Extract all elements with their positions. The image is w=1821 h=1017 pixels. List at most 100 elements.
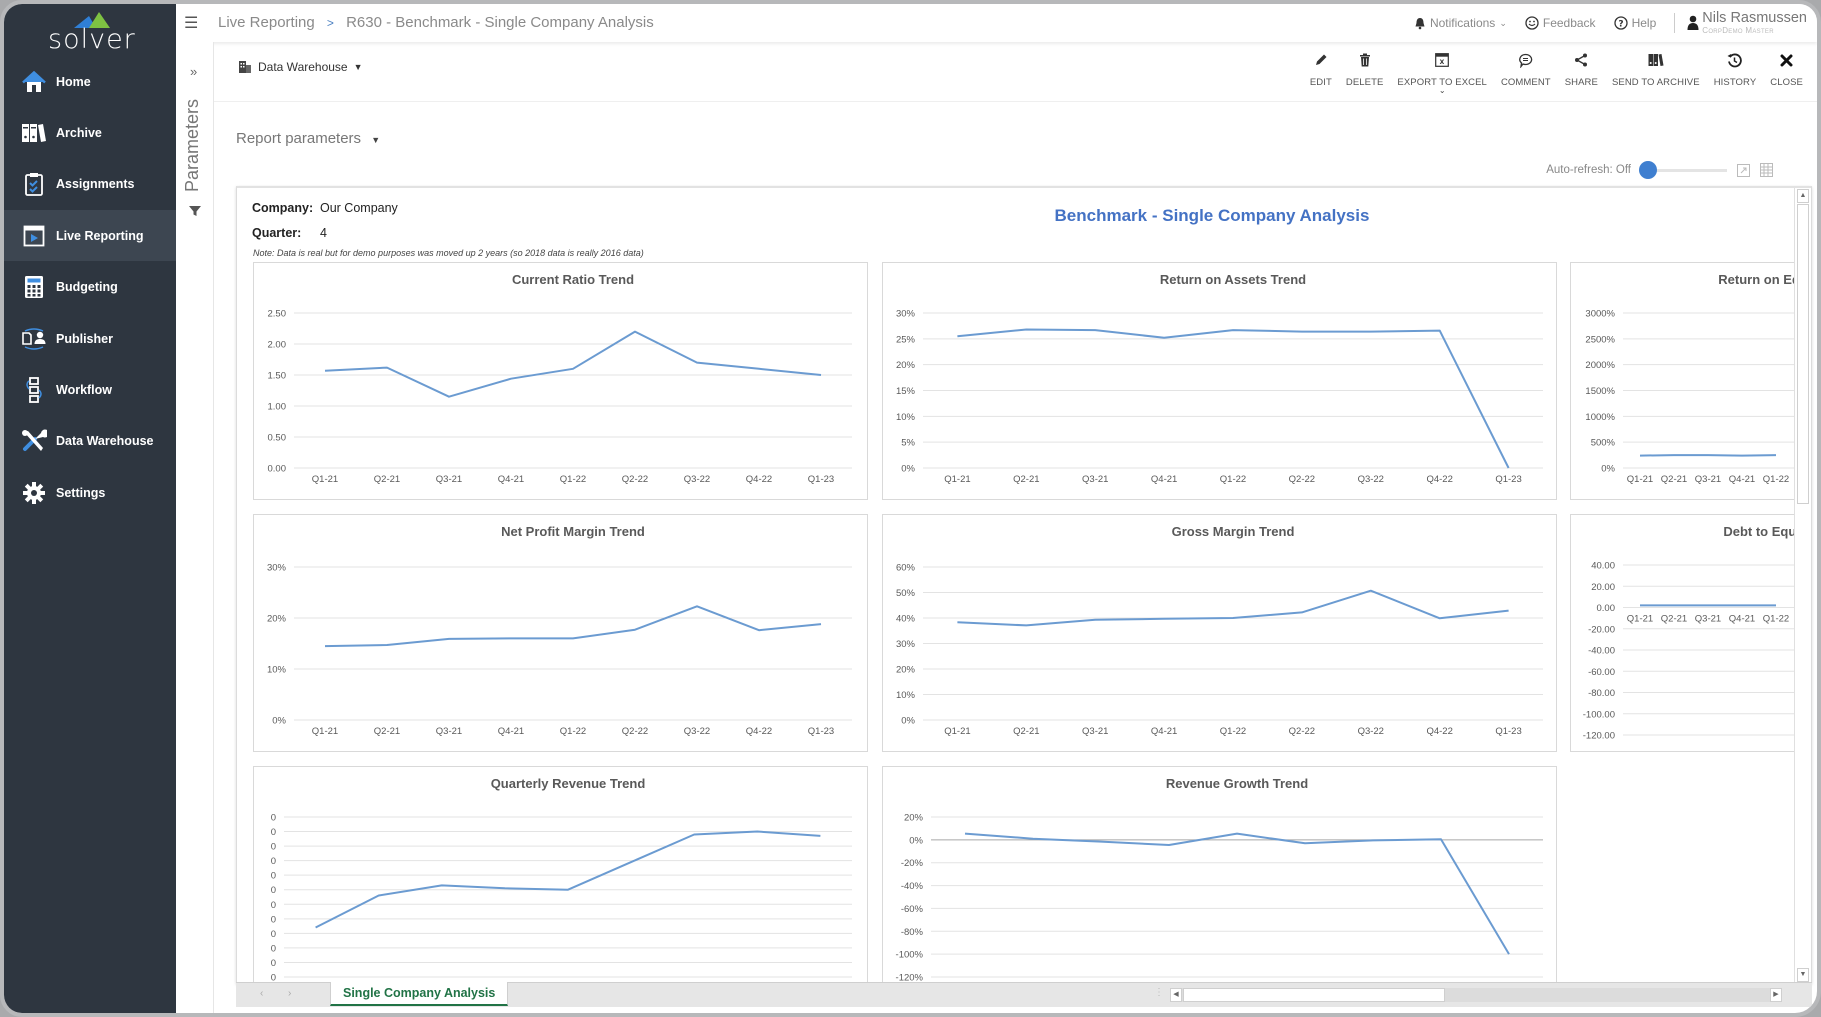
chart-title: Gross Margin Trend: [1172, 524, 1295, 539]
breadcrumb-live-reporting[interactable]: Live Reporting: [218, 14, 315, 31]
next-sheet-icon[interactable]: ›: [288, 988, 291, 999]
report-parameters-toggle[interactable]: Report parameters ▼: [236, 130, 380, 147]
x-tick-label: Q2-22: [1289, 474, 1315, 485]
user-role: CorpDemo Master: [1702, 26, 1774, 35]
y-tick-label: 1500%: [1585, 386, 1615, 397]
sidebar-item-label: Home: [56, 74, 91, 89]
gear-icon: [20, 480, 48, 506]
y-tick-label: 20%: [267, 614, 287, 625]
scroll-thumb[interactable]: [1183, 988, 1445, 1002]
report-parameters-label: Report parameters: [236, 130, 362, 147]
grid-view-icon[interactable]: [1760, 163, 1773, 177]
archive-icon: [1648, 50, 1664, 70]
toolbar-button-label: COMMENT: [1500, 77, 1551, 88]
svg-text:?: ?: [1618, 20, 1623, 30]
x-tick-label: Q4-21: [1151, 474, 1177, 485]
scroll-up-button[interactable]: ▲: [1797, 189, 1809, 203]
sidebar-item-label: Settings: [56, 485, 106, 500]
top-right-menu: Notifications ⌄ Feedback ? Help Nils Ras…: [1396, 4, 1807, 42]
scroll-thumb[interactable]: [1797, 204, 1809, 504]
notifications-button[interactable]: Notifications ⌄: [1414, 16, 1507, 30]
sheet-tab-single-company-analysis[interactable]: Single Company Analysis: [330, 982, 509, 1006]
expand-parameters-icon[interactable]: »: [190, 64, 197, 79]
user-menu[interactable]: Nils Rasmussen CorpDemo Master: [1687, 11, 1807, 35]
filter-icon[interactable]: [188, 204, 202, 218]
x-tick-label: Q2-21: [374, 726, 400, 737]
x-tick-label: Q4-21: [1729, 614, 1755, 625]
y-tick-label: 0.00: [1597, 603, 1616, 614]
y-tick-label: -20%: [901, 858, 924, 869]
y-tick-label: 0: [271, 900, 276, 911]
x-tick-label: Q2-21: [1013, 474, 1039, 485]
toggle-knob[interactable]: [1639, 161, 1657, 179]
scroll-left-button[interactable]: ◀: [1170, 988, 1182, 1002]
quarter-label: Quarter:: [252, 226, 302, 240]
help-button[interactable]: ? Help: [1613, 16, 1656, 30]
split-handle[interactable]: ⋮: [1154, 987, 1164, 998]
toolbar-button-label: EDIT: [1309, 77, 1332, 88]
excel-icon: X: [1435, 50, 1450, 70]
x-tick-label: Q2-22: [1289, 726, 1315, 737]
comment-button[interactable]: COMMENT: [1501, 50, 1551, 94]
sidebar-item-assignments[interactable]: Assignments: [4, 159, 176, 210]
fullscreen-icon[interactable]: [1737, 163, 1750, 177]
x-tick-label: Q2-21: [374, 474, 400, 485]
y-tick-label: -60.00: [1588, 667, 1615, 678]
y-tick-label: 0.50: [268, 433, 287, 444]
x-tick-label: Q3-22: [1358, 726, 1384, 737]
sidebar-item-data-warehouse[interactable]: Data Warehouse: [4, 416, 176, 467]
delete-button[interactable]: DELETE: [1346, 50, 1384, 94]
y-tick-label: -100%: [896, 950, 924, 961]
y-tick-label: 0%: [901, 464, 915, 475]
x-tick-label: Q4-22: [746, 474, 772, 485]
parameters-panel-label[interactable]: Parameters: [182, 99, 203, 192]
feedback-button[interactable]: Feedback: [1525, 16, 1596, 30]
x-tick-label: Q2-21: [1661, 614, 1687, 625]
user-icon: [1687, 15, 1699, 30]
sidebar-item-live-reporting[interactable]: Live Reporting: [4, 210, 176, 262]
tools-icon: [20, 428, 48, 454]
chart-title: Revenue Growth Trend: [1166, 776, 1308, 791]
y-tick-label: 0%: [909, 835, 923, 846]
report-note: Note: Data is real but for demo purposes…: [253, 248, 644, 258]
sidebar-item-workflow[interactable]: Workflow: [4, 364, 176, 415]
datasource-dropdown[interactable]: Data Warehouse ▼: [238, 60, 363, 74]
export-to-excel-button[interactable]: X EXPORT TO EXCEL ⌄: [1397, 50, 1487, 95]
y-tick-label: 25%: [896, 334, 916, 345]
sidebar-item-publisher[interactable]: Publisher: [4, 313, 176, 364]
y-tick-label: 30%: [267, 563, 287, 574]
chart-svg-quarterly-revenue: Quarterly Revenue Trend000000000000Q1-21…: [271, 776, 852, 983]
sidebar-item-budgeting[interactable]: Budgeting: [4, 262, 176, 313]
y-tick-label: 2.00: [268, 340, 287, 351]
sidebar-item-archive[interactable]: Archive: [4, 107, 176, 158]
chart-svg-revenue-growth: Revenue Growth Trend-120%-100%-80%-60%-4…: [896, 776, 1543, 983]
breadcrumb-separator: >: [326, 16, 334, 30]
prev-sheet-icon[interactable]: ‹: [260, 988, 263, 999]
share-icon: [1574, 50, 1588, 70]
edit-button[interactable]: EDIT: [1310, 50, 1332, 94]
auto-refresh-control: Auto-refresh: Off: [1546, 161, 1773, 179]
divider: [1674, 13, 1676, 33]
send-to-archive-button[interactable]: SEND TO ARCHIVE: [1612, 50, 1700, 94]
y-tick-label: -40%: [901, 881, 924, 892]
sidebar-item-settings[interactable]: Settings: [4, 467, 176, 518]
y-tick-label: 20.00: [1591, 582, 1615, 593]
scroll-right-button[interactable]: ▶: [1770, 988, 1782, 1002]
solver-logo[interactable]: solver: [44, 10, 144, 55]
x-tick-label: Q2-21: [1013, 726, 1039, 737]
history-button[interactable]: HISTORY: [1714, 50, 1757, 94]
y-tick-label: 40.00: [1591, 561, 1615, 572]
y-tick-label: -80%: [901, 927, 924, 938]
hamburger-menu-icon[interactable]: ☰: [184, 13, 198, 33]
chevron-down-icon[interactable]: ⌄: [1439, 87, 1446, 95]
auto-refresh-toggle[interactable]: [1639, 161, 1727, 179]
sidebar-item-home[interactable]: Home: [4, 56, 176, 107]
home-icon: [20, 69, 48, 95]
chart-svg-return-on-assets: Return on Assets Trend 0% 5% 10% 15% 20% 25% 30…: [896, 272, 1543, 485]
scroll-down-button[interactable]: ▼: [1797, 968, 1809, 982]
close-button[interactable]: CLOSE: [1770, 50, 1803, 94]
vertical-scrollbar[interactable]: ▲ ▼: [1794, 188, 1811, 983]
horizontal-scrollbar[interactable]: ◀ ▶: [1170, 988, 1782, 1002]
share-button[interactable]: SHARE: [1565, 50, 1598, 94]
breadcrumb: Live Reporting > R630 - Benchmark - Sing…: [218, 14, 654, 31]
